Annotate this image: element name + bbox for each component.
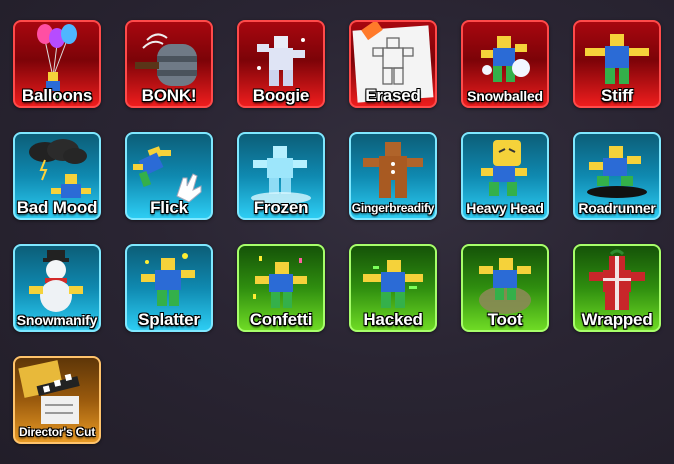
emote-tile-flick[interactable]: Flick bbox=[125, 132, 213, 220]
emote-tile-roadrunner[interactable]: Roadrunner bbox=[573, 132, 661, 220]
emote-label: BONK! bbox=[141, 86, 197, 105]
emote-label: Snowmanify bbox=[16, 312, 98, 328]
emote-tile-toot[interactable]: Toot bbox=[461, 244, 549, 332]
emote-label: Confetti bbox=[249, 310, 313, 329]
emote-label: Heavy Head bbox=[466, 200, 544, 216]
emote-tile-balloons[interactable]: Balloons bbox=[13, 20, 101, 108]
emote-label: Splatter bbox=[138, 310, 200, 329]
emote-label: Director's Cut bbox=[18, 425, 96, 439]
emote-grid: Balloons BONK! Boogie Erased Snowballed … bbox=[0, 0, 674, 464]
emote-label: Hacked bbox=[363, 310, 423, 329]
emote-tile-directors-cut[interactable]: Director's Cut bbox=[13, 356, 101, 444]
emote-label: Balloons bbox=[21, 86, 93, 105]
emote-tile-erased[interactable]: Erased bbox=[349, 20, 437, 108]
emote-label: Erased bbox=[365, 86, 421, 105]
emote-tile-frozen[interactable]: Frozen bbox=[237, 132, 325, 220]
emote-label: Boogie bbox=[252, 86, 310, 105]
emote-tile-boogie[interactable]: Boogie bbox=[237, 20, 325, 108]
emote-label: Wrapped bbox=[581, 310, 653, 329]
emote-label: Stiff bbox=[600, 86, 634, 105]
emote-tile-bonk[interactable]: BONK! bbox=[125, 20, 213, 108]
emote-label: Frozen bbox=[253, 198, 309, 217]
emote-label: Snowballed bbox=[467, 88, 543, 104]
emote-tile-gingerbreadify[interactable]: Gingerbreadify bbox=[349, 132, 437, 220]
emote-tile-snowballed[interactable]: Snowballed bbox=[461, 20, 549, 108]
emote-label: Flick bbox=[150, 198, 188, 217]
emote-tile-stiff[interactable]: Stiff bbox=[573, 20, 661, 108]
emote-label: Gingerbreadify bbox=[351, 201, 435, 215]
emote-tile-bad-mood[interactable]: Bad Mood bbox=[13, 132, 101, 220]
emote-tile-splatter[interactable]: Splatter bbox=[125, 244, 213, 332]
emote-label: Bad Mood bbox=[16, 198, 98, 217]
emote-tile-confetti[interactable]: Confetti bbox=[237, 244, 325, 332]
emote-tile-wrapped[interactable]: Wrapped bbox=[573, 244, 661, 332]
emote-tile-hacked[interactable]: Hacked bbox=[349, 244, 437, 332]
emote-tile-heavy-head[interactable]: Heavy Head bbox=[461, 132, 549, 220]
emote-tile-snowmanify[interactable]: Snowmanify bbox=[13, 244, 101, 332]
emote-label: Toot bbox=[487, 310, 523, 329]
emote-label: Roadrunner bbox=[578, 200, 656, 216]
